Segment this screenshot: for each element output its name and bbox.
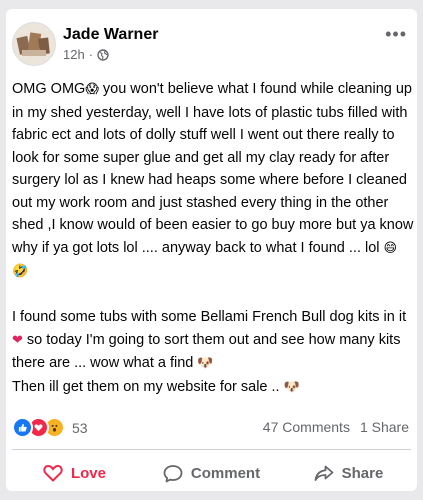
post-text: OMG OMG😱 you won't believe what I found … <box>12 78 414 399</box>
post-text-part: OMG OMG <box>12 81 86 97</box>
scream-emoji-icon: 😱 <box>85 82 99 97</box>
reaction-count: 53 <box>72 419 88 436</box>
love-label: Love <box>70 464 106 482</box>
post-time[interactable]: 12h <box>63 47 85 62</box>
avatar[interactable] <box>12 22 56 66</box>
post-text-part: you won't believe what I found while cle… <box>12 81 414 256</box>
grin-emoji-icon: 😄 <box>383 240 398 256</box>
rofl-emoji-icon: 🤣 <box>12 264 29 279</box>
post-meta: 12h · <box>63 47 109 62</box>
share-icon <box>314 465 334 481</box>
comment-label: Comment <box>190 464 261 482</box>
love-button[interactable]: Love <box>6 455 143 491</box>
action-bar: Love Comment Share <box>6 455 417 491</box>
comments-count[interactable]: 47 Comments <box>263 419 350 435</box>
comment-icon <box>163 464 183 482</box>
post-text-part: Then ill get them on my website for sale… <box>12 378 284 395</box>
like-reaction-icon <box>12 417 33 438</box>
more-options-icon[interactable]: ••• <box>385 25 407 43</box>
comment-button[interactable]: Comment <box>143 455 280 491</box>
globe-icon <box>97 48 109 61</box>
author-name[interactable]: Jade Warner <box>63 26 158 44</box>
dog-emoji-icon: 🐶 <box>283 379 300 395</box>
engagement-stats: 47 Comments 1 Share <box>263 419 409 435</box>
reactions-summary[interactable]: 53 <box>12 417 88 438</box>
post-text-part: I found some tubs with some Bellami Fren… <box>12 309 407 325</box>
heart-icon <box>43 464 63 482</box>
dog-emoji-icon: 🐶 <box>197 356 214 371</box>
share-button[interactable]: Share <box>280 455 417 491</box>
avatar-photo-icon <box>13 23 55 65</box>
divider <box>12 449 411 450</box>
share-label: Share <box>341 464 384 482</box>
heart-emoji-icon: ❤ <box>12 332 23 348</box>
shares-count[interactable]: 1 Share <box>360 419 409 435</box>
post-card: Jade Warner 12h · ••• OMG OMG😱 you won't… <box>6 9 417 491</box>
meta-separator: · <box>88 47 94 62</box>
